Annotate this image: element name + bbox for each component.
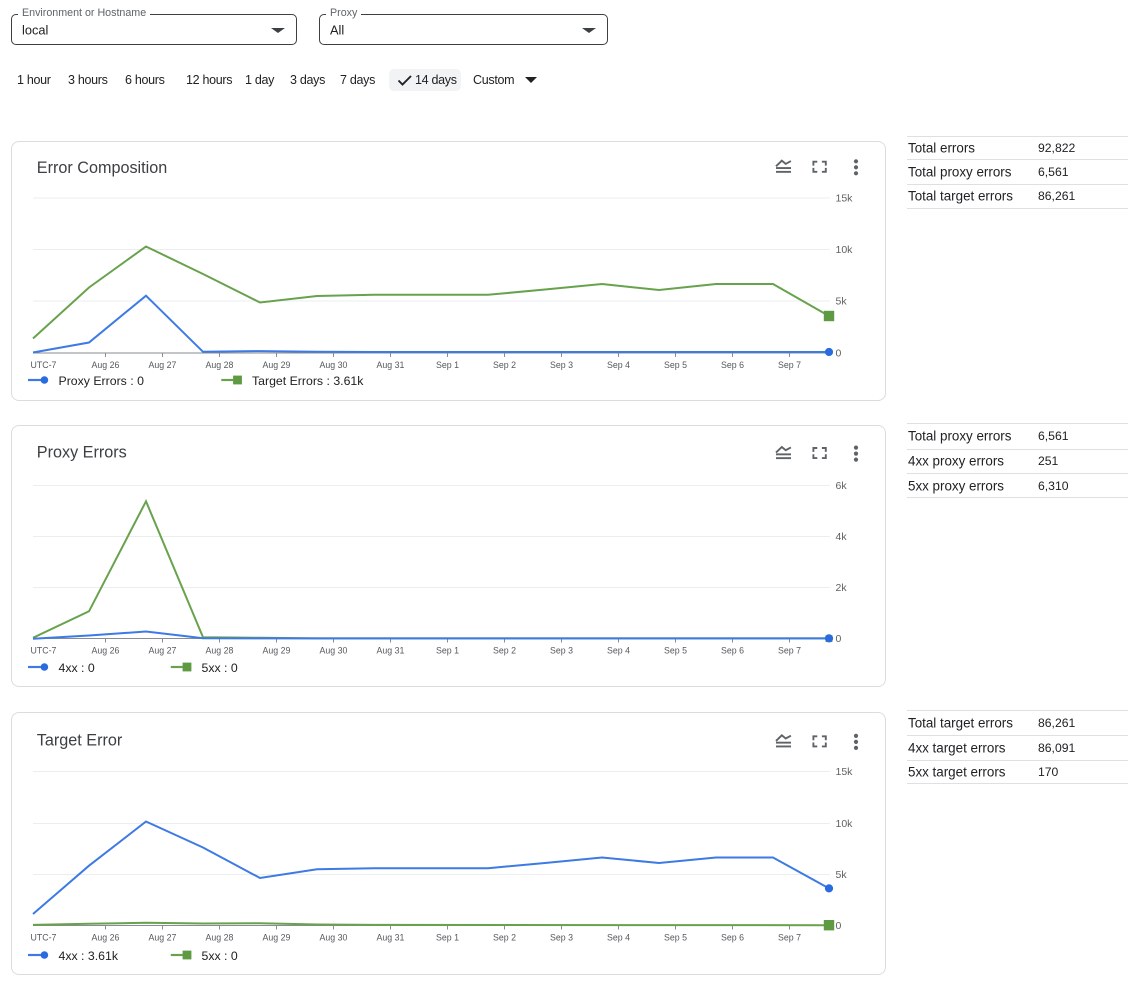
svg-text:Sep 5: Sep 5	[664, 646, 687, 656]
svg-text:4k: 4k	[836, 531, 848, 543]
svg-text:Sep 3: Sep 3	[550, 646, 573, 656]
svg-text:5k: 5k	[836, 869, 848, 881]
svg-text:4xx : 0: 4xx : 0	[59, 661, 95, 675]
svg-text:Proxy Errors: Proxy Errors	[37, 443, 127, 461]
svg-text:15k: 15k	[836, 766, 854, 778]
svg-text:Aug 30: Aug 30	[320, 646, 348, 656]
svg-text:Sep 6: Sep 6	[721, 646, 744, 656]
svg-text:Sep 6: Sep 6	[721, 933, 744, 943]
svg-text:Target Errors : 3.61k: Target Errors : 3.61k	[252, 374, 364, 388]
svg-text:6k: 6k	[836, 480, 848, 492]
svg-text:Aug 26: Aug 26	[92, 933, 120, 943]
svg-text:Aug 26: Aug 26	[92, 646, 120, 656]
svg-text:Error Composition: Error Composition	[37, 159, 167, 177]
svg-text:Aug 29: Aug 29	[263, 360, 291, 370]
svg-text:4xx : 3.61k: 4xx : 3.61k	[59, 949, 119, 963]
svg-text:0: 0	[836, 633, 842, 645]
svg-text:Proxy Errors : 0: Proxy Errors : 0	[59, 374, 145, 388]
svg-text:Aug 28: Aug 28	[206, 933, 234, 943]
svg-text:Aug 29: Aug 29	[263, 933, 291, 943]
svg-text:10k: 10k	[836, 244, 854, 256]
svg-text:5k: 5k	[836, 295, 848, 307]
svg-text:Sep 2: Sep 2	[493, 646, 516, 656]
svg-text:Sep 2: Sep 2	[493, 933, 516, 943]
svg-text:Sep 1: Sep 1	[436, 933, 459, 943]
svg-text:Sep 7: Sep 7	[778, 646, 801, 656]
svg-text:Sep 7: Sep 7	[778, 933, 801, 943]
svg-text:Aug 27: Aug 27	[149, 933, 177, 943]
svg-text:0: 0	[836, 920, 842, 932]
svg-text:Sep 4: Sep 4	[607, 933, 630, 943]
svg-text:Aug 31: Aug 31	[377, 360, 405, 370]
svg-text:Sep 1: Sep 1	[436, 360, 459, 370]
svg-text:Sep 5: Sep 5	[664, 360, 687, 370]
svg-text:10k: 10k	[836, 818, 854, 830]
svg-text:5xx : 0: 5xx : 0	[202, 661, 238, 675]
svg-text:Sep 4: Sep 4	[607, 360, 630, 370]
svg-text:Aug 27: Aug 27	[149, 360, 177, 370]
svg-text:Sep 7: Sep 7	[778, 360, 801, 370]
svg-text:UTC-7: UTC-7	[31, 360, 57, 370]
svg-text:Sep 3: Sep 3	[550, 933, 573, 943]
svg-text:Aug 28: Aug 28	[206, 646, 234, 656]
svg-text:0: 0	[836, 347, 842, 359]
svg-text:UTC-7: UTC-7	[31, 646, 57, 656]
svg-text:Aug 27: Aug 27	[149, 646, 177, 656]
svg-text:Aug 29: Aug 29	[263, 646, 291, 656]
svg-text:Sep 6: Sep 6	[721, 360, 744, 370]
svg-text:Sep 3: Sep 3	[550, 360, 573, 370]
svg-text:Sep 2: Sep 2	[493, 360, 516, 370]
svg-text:Aug 31: Aug 31	[377, 646, 405, 656]
svg-text:15k: 15k	[836, 192, 854, 204]
svg-text:Aug 31: Aug 31	[377, 933, 405, 943]
svg-text:Sep 4: Sep 4	[607, 646, 630, 656]
svg-text:Aug 30: Aug 30	[320, 933, 348, 943]
svg-text:Aug 26: Aug 26	[92, 360, 120, 370]
svg-text:Sep 5: Sep 5	[664, 933, 687, 943]
svg-text:Aug 28: Aug 28	[206, 360, 234, 370]
svg-text:Aug 30: Aug 30	[320, 360, 348, 370]
svg-text:UTC-7: UTC-7	[31, 933, 57, 943]
svg-text:Target Error: Target Error	[37, 731, 123, 749]
svg-text:5xx : 0: 5xx : 0	[202, 949, 238, 963]
svg-text:Sep 1: Sep 1	[436, 646, 459, 656]
svg-text:2k: 2k	[836, 582, 848, 594]
